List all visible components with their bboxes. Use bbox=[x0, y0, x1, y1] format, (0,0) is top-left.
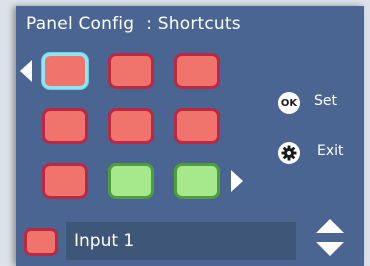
shortcut-button-r3c3[interactable] bbox=[174, 163, 220, 199]
exit-label[interactable]: Exit bbox=[317, 143, 344, 159]
page-title: Panel Config : Shortcuts bbox=[26, 14, 241, 34]
shortcut-button-r1c2[interactable] bbox=[108, 53, 154, 89]
gear-icon-graphic bbox=[281, 145, 297, 161]
title-text: Panel Config bbox=[26, 14, 135, 34]
ok-icon[interactable]: OK bbox=[278, 92, 300, 114]
gear-icon[interactable] bbox=[278, 142, 300, 164]
shortcut-button-r2c2[interactable] bbox=[108, 108, 154, 144]
panel-config-window: Panel Config : Shortcuts OK Set Exit Inpu… bbox=[16, 6, 364, 266]
shortcut-button-r3c2[interactable] bbox=[108, 163, 154, 199]
arrow-right-icon[interactable] bbox=[231, 170, 243, 192]
section-text: : Shortcuts bbox=[146, 14, 241, 34]
shortcut-button-r1c1[interactable] bbox=[42, 53, 88, 89]
scroll-down-icon[interactable] bbox=[316, 242, 344, 256]
shortcut-button-r1c3[interactable] bbox=[174, 53, 220, 89]
shortcut-button-r2c1[interactable] bbox=[42, 108, 88, 144]
arrow-left-icon[interactable] bbox=[20, 60, 32, 82]
selected-color-swatch bbox=[24, 228, 58, 256]
shortcut-button-r3c1[interactable] bbox=[42, 163, 88, 199]
shortcut-button-r2c3[interactable] bbox=[174, 108, 220, 144]
shortcut-input-field[interactable]: Input 1 bbox=[66, 222, 296, 260]
set-label[interactable]: Set bbox=[314, 93, 337, 109]
scroll-up-icon[interactable] bbox=[316, 219, 344, 233]
ok-icon-text: OK bbox=[280, 97, 298, 109]
